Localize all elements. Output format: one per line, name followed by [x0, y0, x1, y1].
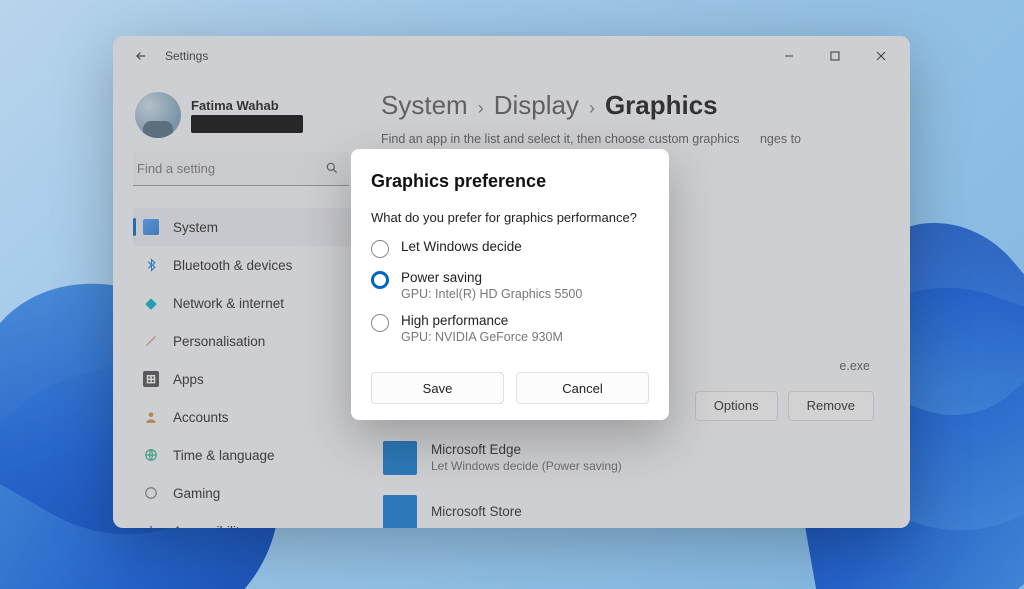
radio-option-high-performance[interactable]: High performance GPU: NVIDIA GeForce 930… — [371, 313, 649, 344]
option-sub: GPU: Intel(R) HD Graphics 5500 — [401, 287, 582, 301]
radio-option-power-saving[interactable]: Power saving GPU: Intel(R) HD Graphics 5… — [371, 270, 649, 301]
radio-icon — [371, 314, 389, 332]
save-button[interactable]: Save — [371, 372, 504, 404]
graphics-preference-dialog: Graphics preference What do you prefer f… — [351, 149, 669, 420]
option-label: Let Windows decide — [401, 239, 522, 254]
dialog-question: What do you prefer for graphics performa… — [371, 210, 649, 225]
option-label: High performance — [401, 313, 563, 328]
cancel-button[interactable]: Cancel — [516, 372, 649, 404]
radio-icon — [371, 240, 389, 258]
option-sub: GPU: NVIDIA GeForce 930M — [401, 330, 563, 344]
dialog-title: Graphics preference — [371, 171, 649, 192]
option-label: Power saving — [401, 270, 582, 285]
radio-option-let-windows-decide[interactable]: Let Windows decide — [371, 239, 649, 258]
settings-window: Settings Fatima Wahab — [113, 36, 910, 528]
radio-icon — [371, 271, 389, 289]
